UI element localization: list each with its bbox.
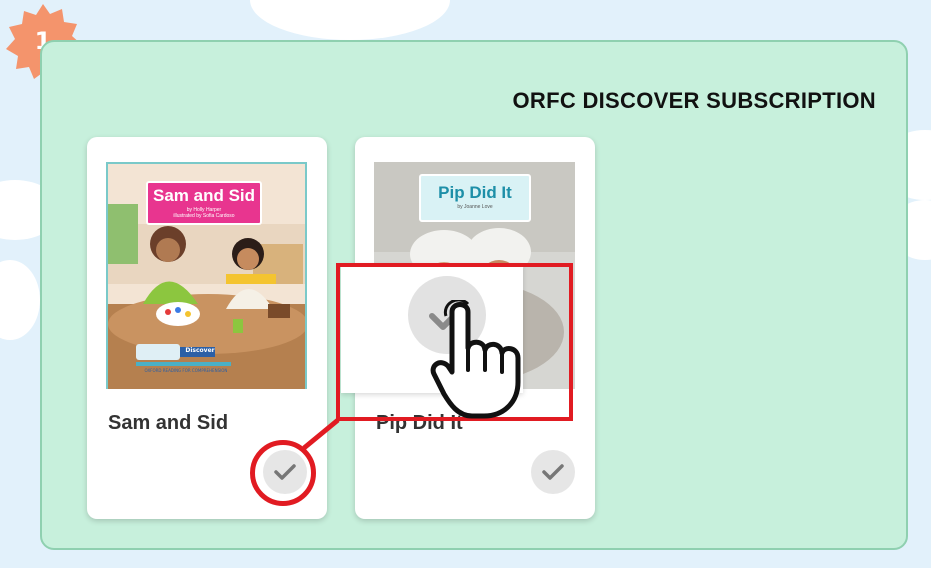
- callout-connector: [302, 418, 340, 450]
- highlight-circle: [250, 440, 316, 506]
- pointing-hand-icon: [430, 300, 521, 419]
